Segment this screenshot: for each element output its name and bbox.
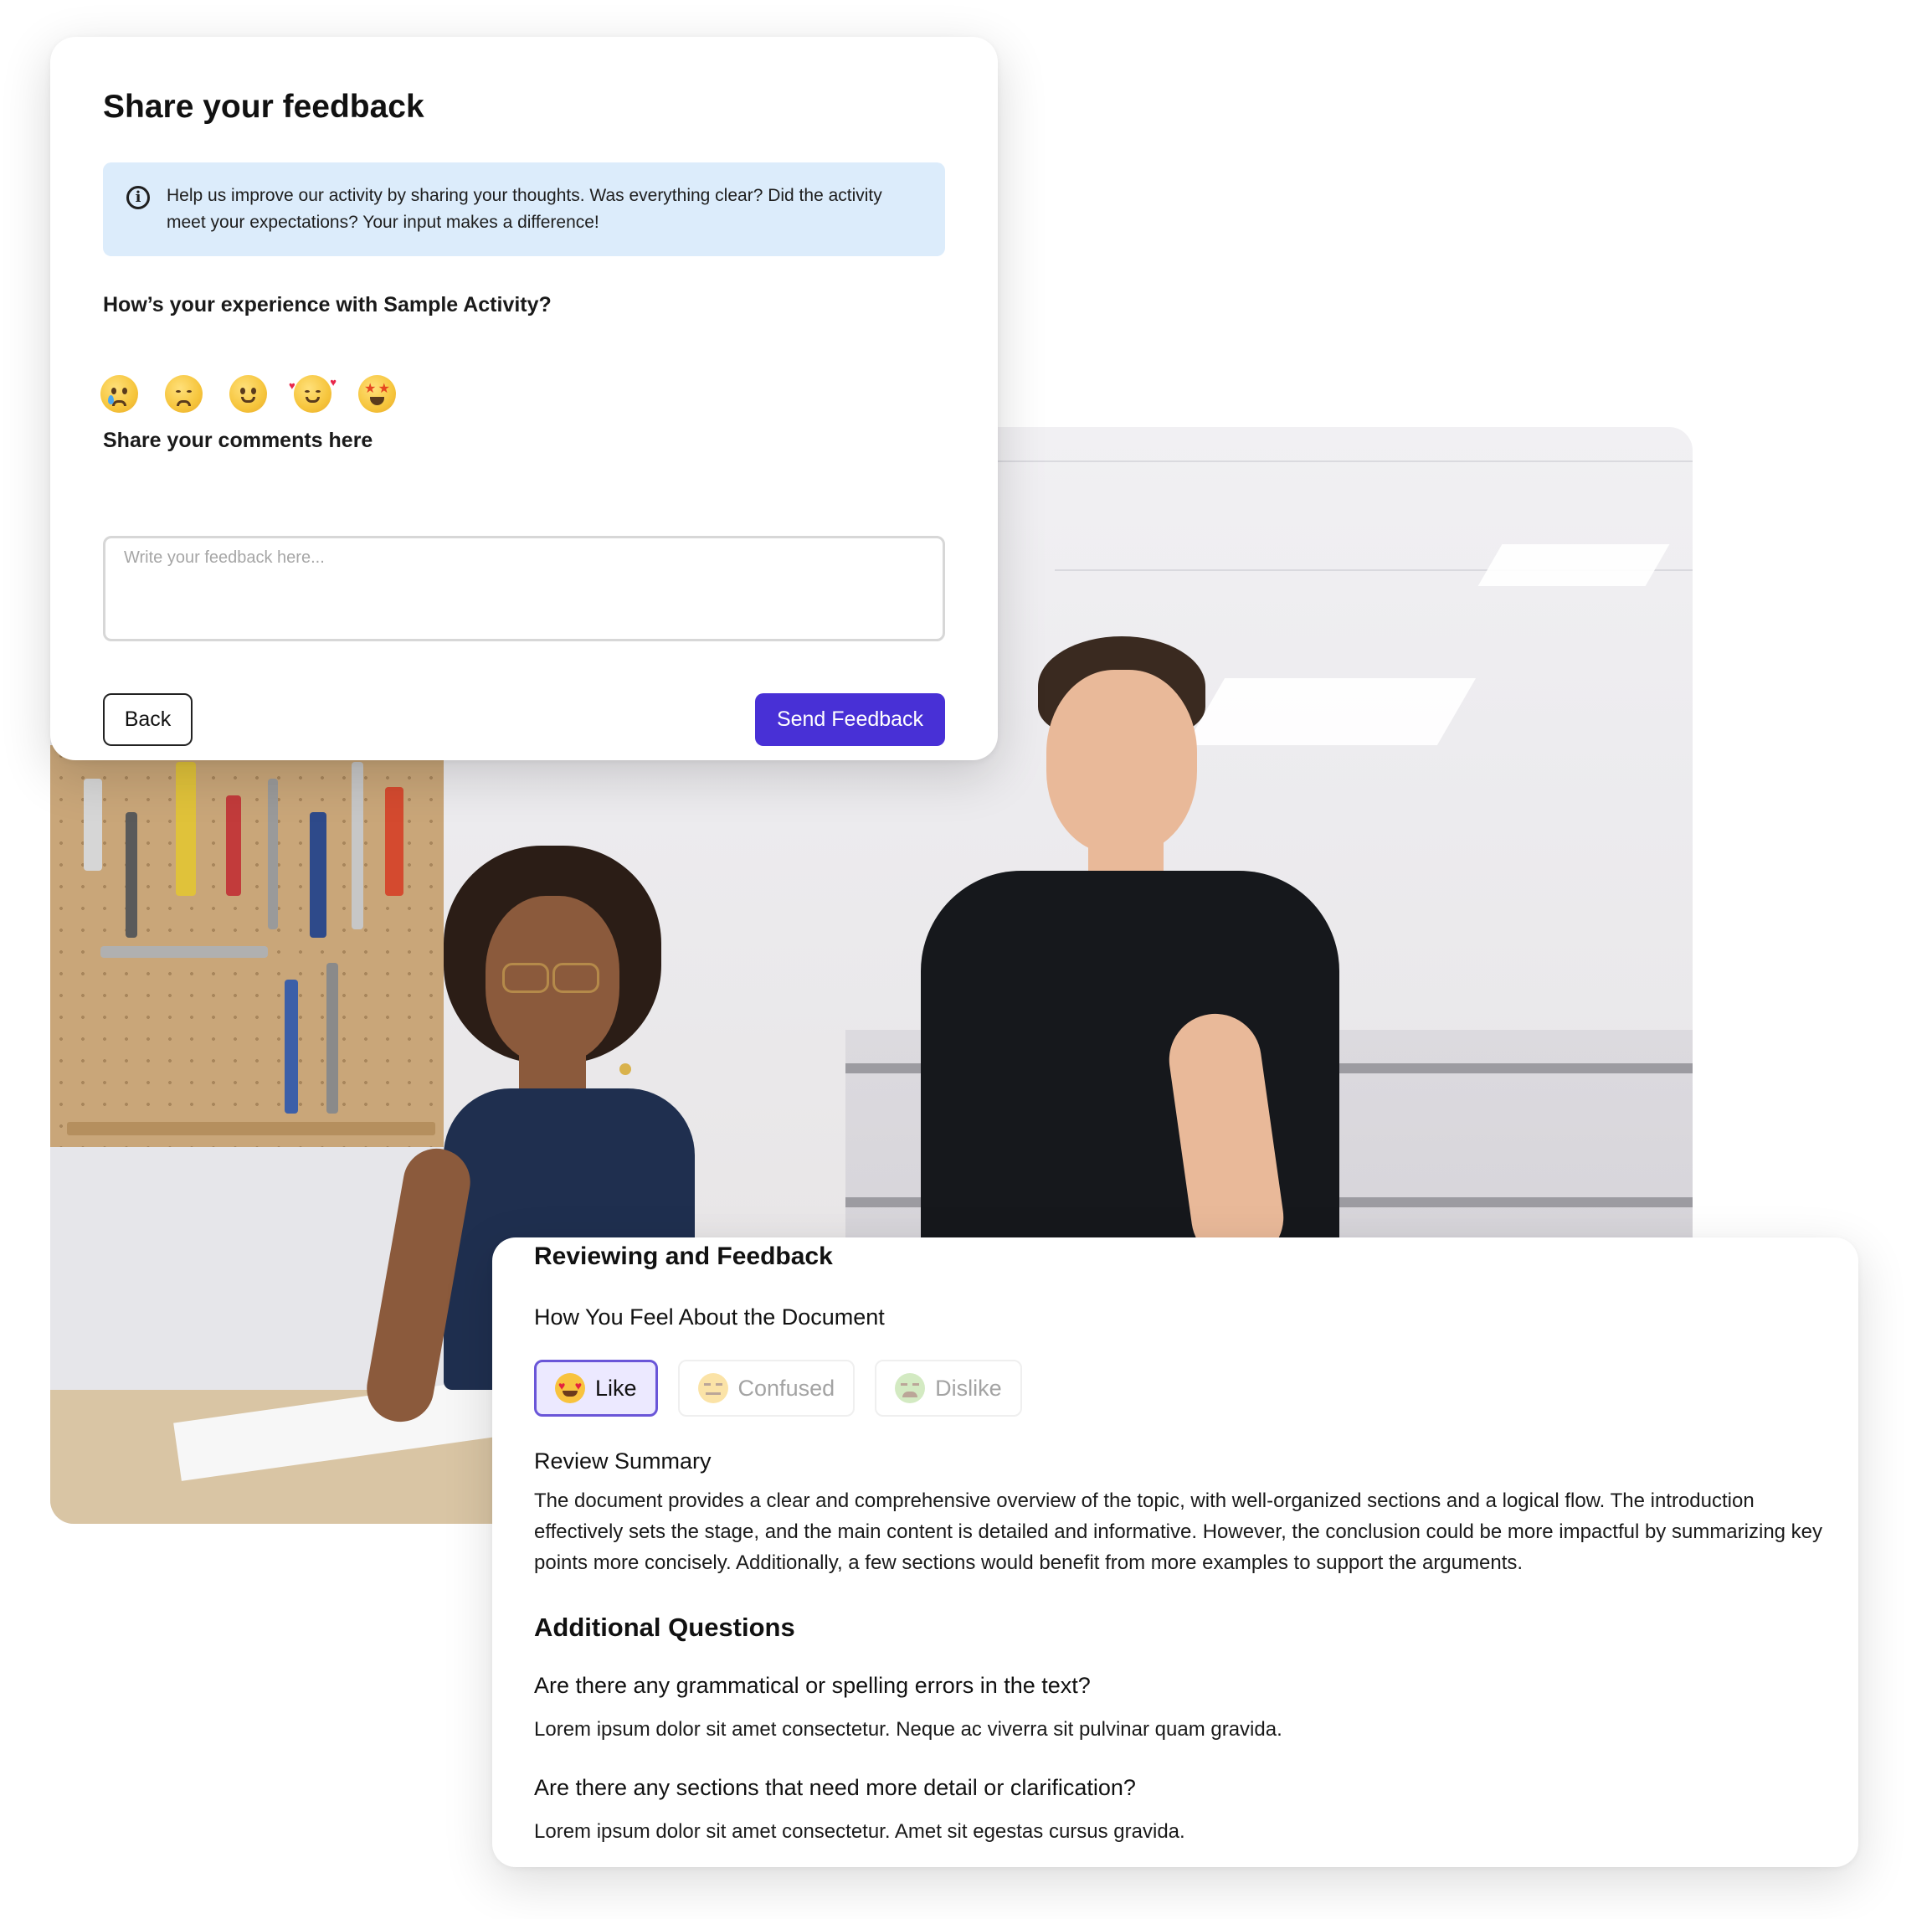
heart-eyes-face-icon: ♥ ♥: [555, 1373, 585, 1403]
info-banner: i Help us improve our activity by sharin…: [103, 162, 945, 256]
send-feedback-button[interactable]: Send Feedback: [755, 693, 945, 746]
ceiling-light: [1185, 678, 1477, 745]
crying-face-icon[interactable]: [100, 375, 138, 413]
tool: [326, 963, 338, 1114]
feedback-card-title: Share your feedback: [103, 89, 424, 125]
answer-text: Lorem ipsum dolor sit amet consectetur. …: [534, 1718, 1282, 1741]
ceiling-line: [971, 460, 1693, 462]
pensive-face-icon[interactable]: [165, 375, 203, 413]
emoji-rating-row: ♥ ♥ ★ ★: [100, 375, 396, 413]
tool: [176, 762, 196, 896]
feedback-card: Share your feedback i Help us improve ou…: [50, 37, 998, 760]
confused-face-icon: [697, 1373, 728, 1403]
info-icon: i: [126, 186, 150, 209]
tool: [268, 779, 278, 929]
reaction-row: ♥ ♥ Like Confused Dislike: [534, 1360, 1022, 1417]
slightly-smiling-face-icon[interactable]: [229, 375, 267, 413]
review-card: Reviewing and Feedback How You Feel Abou…: [492, 1237, 1858, 1867]
info-banner-text: Help us improve our activity by sharing …: [167, 186, 882, 232]
answer-text: Lorem ipsum dolor sit amet consectetur. …: [534, 1820, 1185, 1843]
reaction-confused-button[interactable]: Confused: [677, 1360, 856, 1417]
tool: [100, 946, 268, 958]
tool: [126, 812, 137, 938]
tool: [226, 795, 241, 896]
back-button[interactable]: Back: [103, 693, 193, 746]
reaction-like-button[interactable]: ♥ ♥ Like: [534, 1360, 658, 1417]
comments-label: Share your comments here: [103, 429, 373, 452]
reaction-label: Dislike: [935, 1375, 1002, 1401]
ceiling-light: [1477, 544, 1670, 586]
question-text: Are there any grammatical or spelling er…: [534, 1673, 1091, 1698]
smiling-face-with-hearts-icon[interactable]: ♥ ♥: [289, 375, 337, 413]
tool: [84, 779, 102, 871]
review-summary-text: The document provides a clear and compre…: [534, 1489, 1823, 1574]
feel-label: How You Feel About the Document: [534, 1304, 885, 1330]
star-struck-face-icon[interactable]: ★ ★: [358, 375, 396, 413]
review-summary-label: Review Summary: [534, 1448, 712, 1474]
reaction-dislike-button[interactable]: Dislike: [875, 1360, 1022, 1417]
tool: [310, 812, 326, 938]
additional-questions-title: Additional Questions: [534, 1613, 795, 1642]
review-card-title: Reviewing and Feedback: [534, 1242, 833, 1270]
tool: [352, 762, 363, 929]
reaction-label: Like: [595, 1375, 637, 1401]
pegboard-shelf: [67, 1122, 435, 1135]
tool: [385, 787, 403, 896]
feedback-textarea[interactable]: [103, 536, 945, 641]
question-text: Are there any sections that need more de…: [534, 1775, 1136, 1800]
experience-question: How’s your experience with Sample Activi…: [103, 293, 552, 316]
reaction-label: Confused: [737, 1375, 835, 1401]
tool: [285, 980, 298, 1114]
disappointed-face-icon: [895, 1373, 926, 1403]
